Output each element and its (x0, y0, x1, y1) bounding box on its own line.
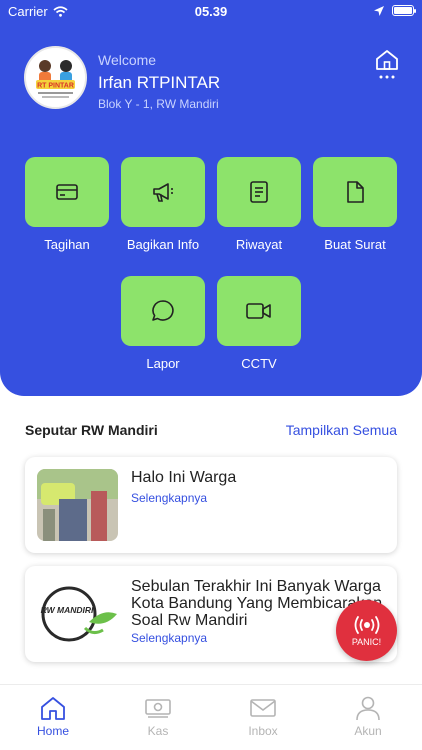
menu-tile (25, 157, 109, 227)
status-indicators (374, 5, 416, 16)
panic-label: PANIC! (351, 636, 382, 647)
show-all-link[interactable]: Tampilkan Semua (286, 422, 397, 438)
document-list-icon (250, 181, 268, 203)
menu-label: Buat Surat (324, 237, 386, 252)
bottom-tab-bar: Home Kas Inbox Akun (0, 684, 422, 750)
tab-label: Home (36, 724, 69, 738)
home-icon (376, 50, 398, 79)
tab-inbox[interactable]: Inbox (223, 695, 303, 738)
avatar[interactable]: RT PINTAR (24, 46, 87, 109)
tab-home[interactable]: Home (13, 695, 93, 738)
welcome-label: Welcome (98, 52, 157, 68)
user-address: Blok Y - 1, RW Mandiri (98, 97, 219, 111)
mail-icon (250, 699, 276, 717)
user-icon (356, 696, 380, 721)
menu-tile (121, 157, 205, 227)
home-icon (41, 697, 65, 720)
read-more-link[interactable]: Selengkapnya (131, 631, 207, 645)
card-icon (56, 184, 78, 200)
cash-icon (145, 699, 171, 718)
tab-label: Inbox (248, 724, 278, 738)
section-title: Seputar RW Mandiri (25, 422, 158, 438)
alarm-signal-icon (354, 615, 379, 634)
menu-item-buat-surat[interactable]: Buat Surat (313, 157, 397, 252)
user-name: Irfan RTPINTAR (98, 73, 221, 92)
menu-tile (217, 157, 301, 227)
svg-text:RW MANDIRI: RW MANDIRI (41, 605, 94, 615)
menu-label: CCTV (241, 356, 277, 371)
tab-akun[interactable]: Akun (328, 695, 408, 738)
tab-kas[interactable]: Kas (118, 695, 198, 738)
read-more-link[interactable]: Selengkapnya (131, 491, 207, 505)
svg-text:RT PINTAR: RT PINTAR (37, 83, 74, 90)
profile-header: Carrier 05.39 RT PINTAR Welcome Irfan RT… (0, 0, 422, 396)
news-title: Halo Ini Warga (131, 469, 237, 486)
menu-item-lapor[interactable]: Lapor (121, 276, 205, 371)
menu-tile (121, 276, 205, 346)
rw-mandiri-logo: RW MANDIRI (37, 578, 118, 650)
clock: 05.39 (194, 4, 228, 19)
menu-tile (313, 157, 397, 227)
menu-label: Tagihan (44, 237, 90, 252)
menu-item-bagikan-info[interactable]: Bagikan Info (121, 157, 205, 252)
chat-bubble-icon (152, 300, 174, 321)
video-camera-icon (246, 303, 271, 319)
tab-label: Kas (147, 724, 169, 738)
home-shortcut-button[interactable] (374, 48, 400, 82)
status-bar: Carrier 05.39 (0, 0, 422, 22)
menu-item-cctv[interactable]: CCTV (217, 276, 301, 371)
news-card[interactable]: Halo Ini Warga Selengkapnya (25, 457, 397, 553)
tab-label: Akun (354, 724, 382, 738)
menu-label: Riwayat (235, 237, 283, 252)
menu-tile (217, 276, 301, 346)
file-icon (347, 181, 364, 203)
rt-pintar-logo: RT PINTAR (26, 48, 85, 107)
news-thumbnail (37, 469, 118, 541)
menu-item-tagihan[interactable]: Tagihan (25, 157, 109, 252)
menu-label: Bagikan Info (126, 237, 200, 252)
battery-icon (392, 5, 416, 16)
location-arrow-icon (374, 5, 384, 16)
menu-label: Lapor (146, 356, 180, 371)
panic-button[interactable]: PANIC! (336, 600, 397, 661)
megaphone-icon (153, 183, 173, 202)
menu-item-riwayat[interactable]: Riwayat (217, 157, 301, 252)
